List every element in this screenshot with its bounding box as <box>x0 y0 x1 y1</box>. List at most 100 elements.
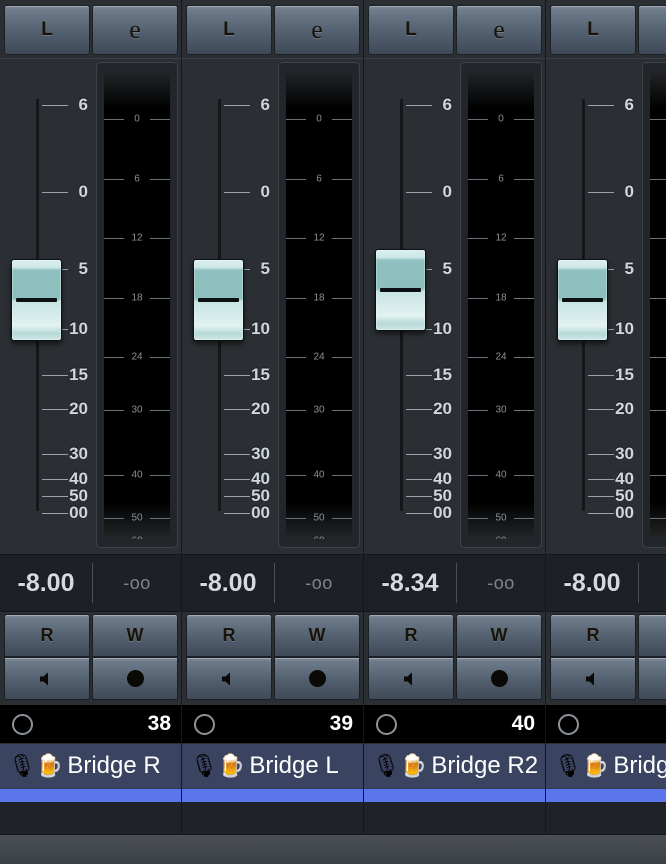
fader-scale-label: 10 <box>433 319 452 338</box>
meter-scale-label: 24 <box>495 351 507 363</box>
read-button[interactable]: R <box>4 614 90 657</box>
level-meter: 0 6 12 18 24 30 40 50 60 <box>278 62 360 548</box>
write-button[interactable]: W <box>456 614 542 657</box>
meter-scale-label: 0 <box>316 113 322 125</box>
solo-circle-icon[interactable] <box>194 713 215 735</box>
read-button[interactable]: R <box>550 614 636 657</box>
fader-handle[interactable] <box>375 249 426 331</box>
top-button-row: Le <box>546 0 666 58</box>
meter-scale-label: 0 <box>134 113 140 125</box>
solo-circle-icon[interactable] <box>12 713 33 735</box>
fader-handle[interactable] <box>193 259 244 341</box>
track-name-row[interactable]: 🎙🍺Bridge <box>546 744 666 788</box>
track-color-bar[interactable] <box>546 788 666 802</box>
record-enable-button[interactable] <box>638 657 666 700</box>
track-number-row <box>546 704 666 744</box>
peak-value[interactable]: -oo <box>275 573 363 594</box>
solo-circle-icon[interactable] <box>558 713 579 735</box>
fader-scale-label: 6 <box>624 95 634 114</box>
window-footer <box>0 834 666 864</box>
fader-scale-label: 0 <box>442 182 452 201</box>
meter-scale-label: 18 <box>313 292 325 304</box>
automation-button-row: RW <box>546 612 666 657</box>
solo-circle-icon[interactable] <box>376 713 397 735</box>
record-enable-button[interactable] <box>92 657 178 700</box>
mute-button[interactable] <box>4 657 90 700</box>
fader-scale-label: 30 <box>251 444 270 463</box>
input-button[interactable]: L <box>550 5 636 55</box>
fader-scale-label: 0 <box>624 182 634 201</box>
write-button[interactable]: W <box>92 614 178 657</box>
level-meter-scale: 0 6 12 18 24 30 40 50 60 <box>104 71 170 539</box>
track-color-bar[interactable] <box>364 788 545 802</box>
group-button[interactable]: e <box>638 5 666 55</box>
fader-value[interactable]: -8.00 <box>182 569 274 598</box>
fader-handle[interactable] <box>11 259 62 341</box>
fader-meter-area: 605101520304050000612182430405060 <box>182 58 363 555</box>
value-display-row: -8.00-oo <box>546 555 666 612</box>
meter-scale-label: 6 <box>316 173 322 185</box>
track-name-label: Bridge R2 <box>431 752 539 779</box>
value-display-row: -8.34 -oo <box>364 555 545 612</box>
fader-scale-label: 10 <box>251 319 270 338</box>
level-meter-scale: 0 6 12 18 24 30 40 50 60 <box>468 71 534 539</box>
fader-scale-label: 10 <box>615 319 634 338</box>
mute-record-button-row <box>546 657 666 704</box>
track-number-row: 39 <box>182 704 363 744</box>
automation-button-row: RW <box>0 612 181 657</box>
fader-handle[interactable] <box>557 259 608 341</box>
fader-scale-label: 30 <box>69 444 88 463</box>
meter-scale-label: 0 <box>650 114 666 125</box>
record-enable-button[interactable] <box>274 657 360 700</box>
write-button[interactable]: W <box>638 614 666 657</box>
fader-meter-area: 605101520304050000612182430405060 <box>0 58 181 555</box>
fader-scale-label: 20 <box>69 399 88 418</box>
input-button[interactable]: L <box>4 5 90 55</box>
group-button[interactable]: e <box>274 5 360 55</box>
meter-scale-label: 18 <box>650 293 666 304</box>
track-name-row[interactable]: 🎙🍺 Bridge R2 <box>364 744 545 788</box>
fader-value[interactable]: -8.00 <box>546 569 638 598</box>
peak-value[interactable]: -oo <box>457 573 545 594</box>
write-button[interactable]: W <box>274 614 360 657</box>
track-color-bar[interactable] <box>0 788 181 802</box>
fader-meter-area: 605101520304050000612182430405060 <box>546 58 666 555</box>
read-button[interactable]: R <box>368 614 454 657</box>
channel-strip: Le605101520304050000612182430405060-8.00… <box>546 0 666 864</box>
meter-scale-label: 30 <box>650 405 666 416</box>
group-button[interactable]: e <box>456 5 542 55</box>
fader-scale-label: 5 <box>78 259 88 278</box>
input-button[interactable]: L <box>368 5 454 55</box>
fader-meter-area: 605101520304050000612182430405060 <box>364 58 545 555</box>
track-number: 38 <box>147 712 171 735</box>
track-name-row[interactable]: 🎙🍺 Bridge L <box>182 744 363 788</box>
fader-scale-label: 00 <box>251 503 270 522</box>
mute-button[interactable] <box>368 657 454 700</box>
fader-value[interactable]: -8.00 <box>0 569 92 598</box>
peak-value[interactable]: -oo <box>93 573 181 594</box>
top-button-row: Le <box>0 0 181 58</box>
record-enable-button[interactable] <box>456 657 542 700</box>
meter-scale-label: 30 <box>313 404 325 416</box>
mute-button[interactable] <box>550 657 636 700</box>
meter-scale-label: 24 <box>131 351 143 363</box>
peak-value[interactable]: -oo <box>639 573 666 594</box>
mute-record-button-row <box>0 657 181 704</box>
channel-strip: Le605101520304050000612182430405060-8.00… <box>0 0 182 864</box>
fader-value[interactable]: -8.34 <box>364 569 456 598</box>
meter-scale-label: 12 <box>131 232 143 244</box>
channel-strip: Le605101520304050000612182430405060-8.00… <box>182 0 364 864</box>
meter-scale-label: 40 <box>650 470 666 481</box>
mute-record-button-row <box>364 657 545 704</box>
record-dot-icon <box>126 670 144 687</box>
mute-button[interactable] <box>186 657 272 700</box>
track-emoji-icon: 🎙🍺 <box>554 753 610 778</box>
track-name-label: Bridge <box>613 752 666 779</box>
read-button[interactable]: R <box>186 614 272 657</box>
track-number: 39 <box>329 712 353 735</box>
track-color-bar[interactable] <box>182 788 363 802</box>
automation-button-row: RW <box>364 612 545 657</box>
group-button[interactable]: e <box>92 5 178 55</box>
track-name-row[interactable]: 🎙🍺 Bridge R <box>0 744 181 788</box>
input-button[interactable]: L <box>186 5 272 55</box>
